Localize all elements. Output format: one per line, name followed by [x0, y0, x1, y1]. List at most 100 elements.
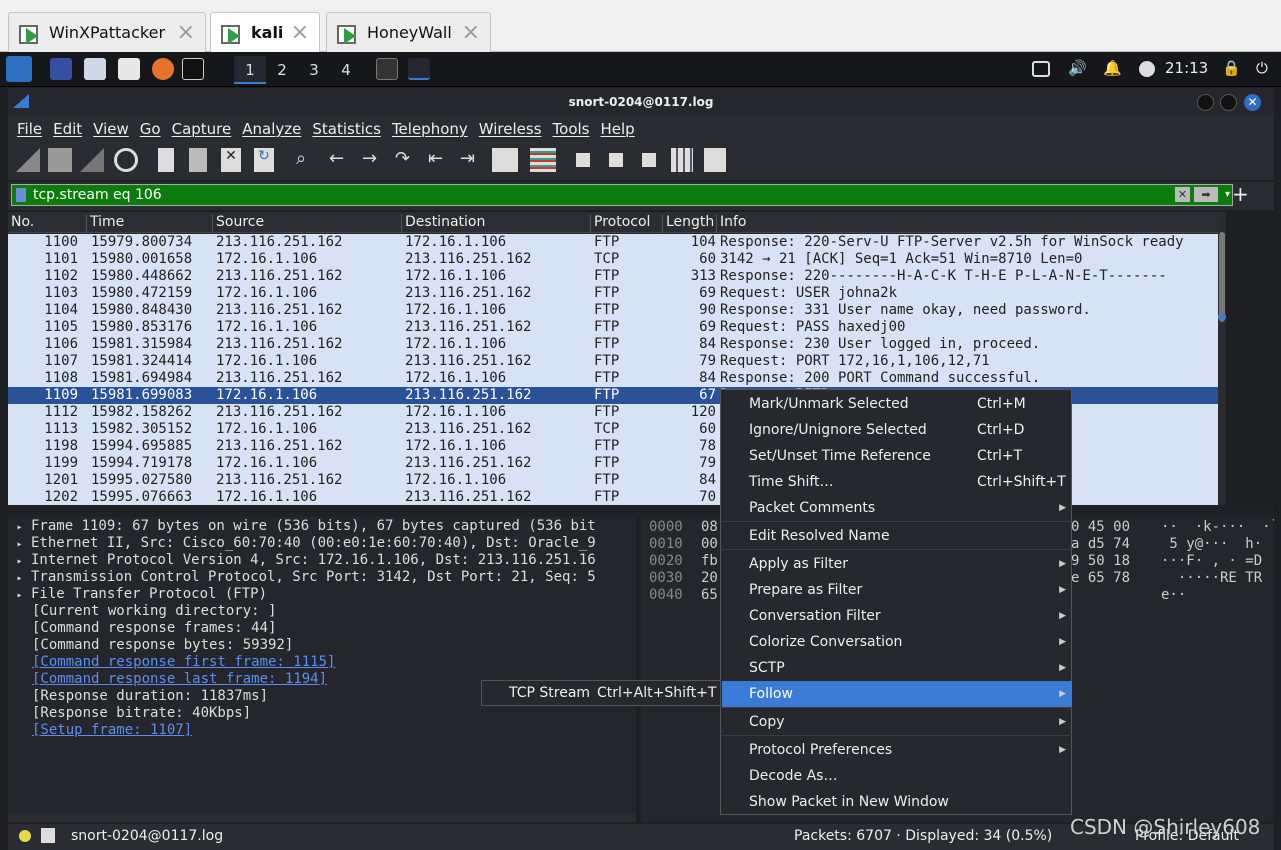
vm-tab-winxpattacker[interactable]: WinXPattacker × [8, 12, 206, 52]
context-item-prepare-as-filter[interactable]: Prepare as Filter ▶ [722, 577, 1072, 603]
expand-arrow-icon[interactable]: ▸ [8, 519, 31, 536]
workspace-2[interactable]: 2 [266, 56, 298, 84]
pane-splitter[interactable] [8, 505, 1274, 517]
bytes-hex2[interactable]: 0 45 00 [1071, 519, 1130, 535]
col-header-destination[interactable]: Destination [401, 214, 485, 233]
clock[interactable]: 21:13 [1165, 59, 1208, 77]
expand-arrow-icon[interactable]: ▸ [8, 536, 31, 553]
packet-row[interactable]: 1102 15980.448662 213.116.251.162 172.16.1.… [8, 268, 1226, 285]
context-item-apply-as-filter[interactable]: Apply as Filter ▶ [722, 551, 1072, 577]
close-icon[interactable]: × [462, 20, 480, 45]
context-item-set-unset-time-reference[interactable]: Set/Unset Time Reference Ctrl+T [722, 443, 1072, 469]
workspace-4[interactable]: 4 [330, 56, 362, 84]
bell-icon[interactable]: 🔔 [1103, 59, 1122, 77]
vm-tab-kali[interactable]: kali × [210, 12, 320, 52]
tree-item-ipv4[interactable]: ▸ Internet Protocol Version 4, Src: 172.1… [8, 552, 595, 570]
expand-arrow-icon[interactable]: ▸ [8, 587, 31, 604]
context-item-sctp[interactable]: SCTP ▶ [722, 655, 1072, 681]
menu-edit[interactable]: Edit [53, 120, 82, 138]
bytes-ascii[interactable]: ···F· , · =D [1161, 553, 1262, 569]
capture-comment-icon[interactable] [41, 828, 55, 843]
firefox-icon[interactable] [152, 58, 174, 80]
menu-wireless[interactable]: Wireless [479, 120, 542, 138]
bytes-ascii[interactable]: ·····RE TR [1161, 570, 1262, 586]
menu-tools[interactable]: Tools [553, 120, 590, 138]
window-icon[interactable] [376, 58, 398, 80]
find-packet-icon[interactable]: ⌕ [296, 148, 320, 172]
packet-row[interactable]: 1104 15980.848430 213.116.251.162 172.16.1.… [8, 302, 1226, 319]
add-filter-button[interactable]: + [1232, 182, 1249, 206]
chevron-down-icon[interactable]: ▾ [1225, 185, 1230, 205]
tree-item-response-bytes[interactable]: [Command response bytes: 59392] [32, 637, 293, 654]
window-titlebar[interactable]: snort-0204@0117.log ✕ [8, 88, 1274, 116]
context-item-time-shift[interactable]: Time Shift… Ctrl+Shift+T [722, 469, 1072, 495]
menu-statistics[interactable]: Statistics [312, 120, 381, 138]
packet-row[interactable]: 1106 15981.315984 213.116.251.162 172.16.1.… [8, 336, 1226, 353]
bytes-hex[interactable]: fb [701, 553, 718, 569]
col-header-protocol[interactable]: Protocol [590, 214, 650, 233]
tree-link-setup-frame[interactable]: [Setup frame: 1107] [32, 722, 192, 739]
tree-item-ethernet[interactable]: ▸ Ethernet II, Src: Cisco_60:70:40 (00:e0… [8, 535, 595, 553]
bytes-hex[interactable]: 65 [701, 587, 718, 603]
colorize-icon[interactable] [530, 148, 556, 172]
stop-capture-icon[interactable] [48, 148, 72, 172]
vm-tab-honeywall[interactable]: HoneyWall × [326, 12, 491, 52]
menu-go[interactable]: Go [140, 120, 161, 138]
maximize-button[interactable] [1220, 94, 1237, 111]
packet-row[interactable]: 1103 15980.472159 172.16.1.106 213.116.251.… [8, 285, 1226, 302]
bytes-hex2[interactable]: a d5 74 [1071, 536, 1130, 552]
tree-item-response-duration[interactable]: [Response duration: 11837ms] [32, 688, 268, 705]
bytes-ascii[interactable]: ·· ·k-··· ·`p [1161, 519, 1274, 535]
context-item-colorize-conversation[interactable]: Colorize Conversation ▶ [722, 629, 1072, 655]
expand-arrow-icon[interactable]: ▸ [8, 553, 31, 570]
apply-filter-icon[interactable]: ➡ [1194, 187, 1218, 202]
scroll-thumb[interactable] [1219, 232, 1225, 322]
terminal-icon[interactable] [182, 58, 204, 80]
lock-icon[interactable]: 🔒 [1222, 59, 1241, 77]
go-forward-icon[interactable]: → [362, 148, 386, 172]
minimize-button[interactable] [1197, 94, 1214, 111]
bytes-off[interactable]: 0000 [649, 519, 683, 535]
go-back-icon[interactable]: ← [329, 148, 353, 172]
tree-item-response-frames[interactable]: [Command response frames: 44] [32, 620, 276, 637]
close-button[interactable]: ✕ [1244, 94, 1261, 111]
bytes-hex[interactable]: 20 [701, 570, 718, 586]
packet-list-scrollbar[interactable] [1218, 212, 1226, 505]
bytes-off[interactable]: 0040 [649, 587, 683, 603]
layout-icon[interactable] [704, 148, 726, 172]
close-icon[interactable]: × [177, 20, 195, 45]
close-icon[interactable]: × [291, 20, 309, 45]
context-item-decode-as[interactable]: Decode As… [722, 763, 1072, 789]
bytes-hex[interactable]: 08 [701, 519, 718, 535]
col-header-info[interactable]: Info [716, 214, 747, 233]
go-to-packet-icon[interactable]: ↷ [395, 148, 419, 172]
details-hscrollbar[interactable] [8, 814, 636, 822]
bookmark-icon[interactable] [16, 188, 26, 202]
desktop-icon[interactable] [50, 58, 72, 80]
bytes-off[interactable]: 0030 [649, 570, 683, 586]
context-item-follow[interactable]: Follow ▶ [722, 681, 1072, 707]
tree-item-response-bitrate[interactable]: [Response bitrate: 40Kbps] [32, 705, 251, 722]
packet-row[interactable]: 1108 15981.694984 213.116.251.162 172.16.1.… [8, 370, 1226, 387]
last-packet-icon[interactable]: ⇥ [460, 148, 484, 172]
reload-file-icon[interactable]: ↻ [254, 148, 274, 172]
zoom-out-icon[interactable] [609, 153, 623, 167]
submenu-item-tcp-stream[interactable]: TCP Stream [509, 685, 590, 701]
screen-icon[interactable] [1032, 61, 1050, 77]
context-item-show-packet-in-new-window[interactable]: Show Packet in New Window [722, 789, 1072, 815]
resize-columns-icon[interactable] [671, 148, 693, 172]
bytes-off[interactable]: 0020 [649, 553, 683, 569]
context-item-packet-comments[interactable]: Packet Comments ▶ [722, 495, 1072, 521]
display-filter-input[interactable]: tcp.stream eq 106 ✕ ➡ ▾ [11, 184, 1233, 206]
tree-item-cwd[interactable]: [Current working directory: ] [32, 603, 276, 620]
bytes-off[interactable]: 0010 [649, 536, 683, 552]
workspace-1[interactable]: 1 [234, 56, 266, 84]
packet-row[interactable]: 1101 15980.001658 172.16.1.106 213.116.251.… [8, 251, 1226, 268]
menu-help[interactable]: Help [600, 120, 634, 138]
close-file-icon[interactable]: ✕ [221, 148, 241, 172]
context-item-mark-unmark-selected[interactable]: Mark/Unmark Selected Ctrl+M [722, 391, 1072, 417]
restart-capture-icon[interactable] [80, 148, 104, 172]
bytes-hex2[interactable]: e 65 78 [1071, 570, 1130, 586]
col-header-no[interactable]: No. [8, 214, 34, 233]
tree-item-frame[interactable]: ▸ Frame 1109: 67 bytes on wire (536 bits)… [8, 518, 595, 536]
